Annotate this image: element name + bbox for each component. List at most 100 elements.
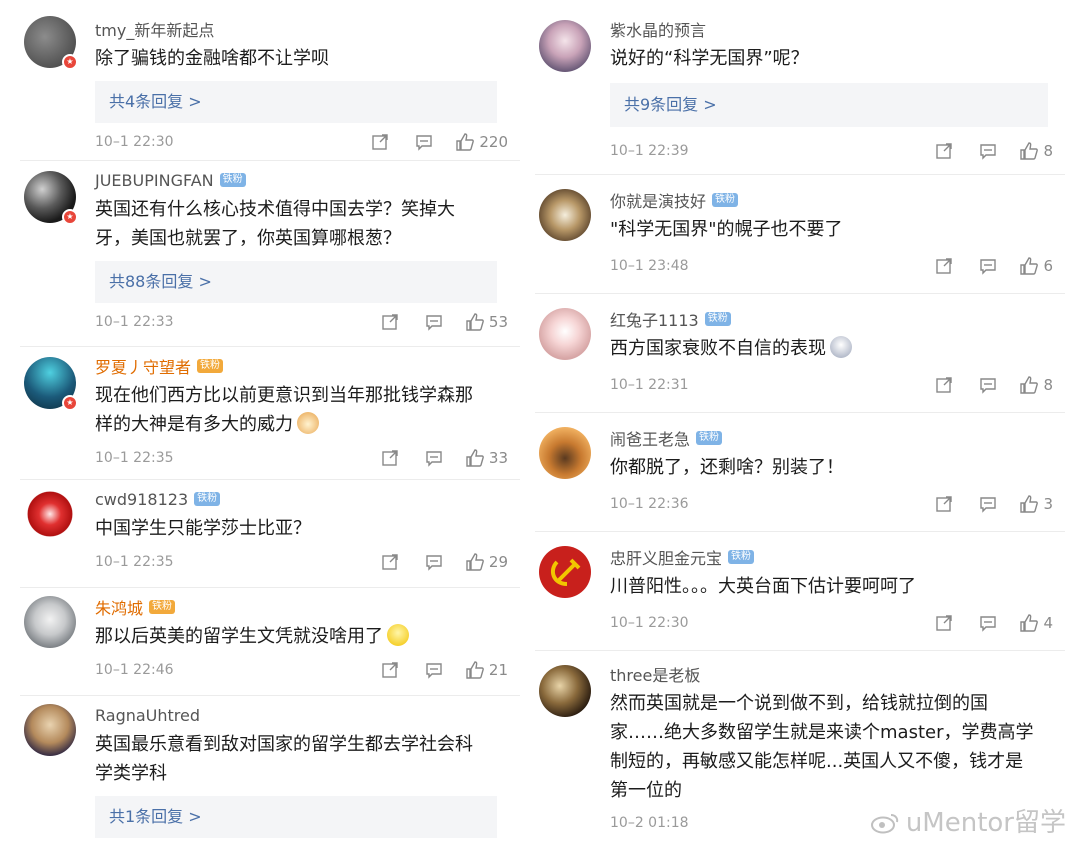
comment-column-right: 紫水晶的预言 说好的“科学无国界”呢？ 共9条回复 > 10–1 22:39 8… <box>535 0 1065 851</box>
thumbs-up-icon <box>466 553 484 571</box>
username[interactable]: 朱鸿城 <box>95 595 143 619</box>
like-button[interactable]: 33 <box>465 448 508 468</box>
thumbs-up-icon <box>1020 257 1039 275</box>
replies-link[interactable]: 共4条回复 > <box>95 81 497 123</box>
comment-icon[interactable] <box>979 495 997 513</box>
comment-text: 川普阳性。。。大英台面下估计要呵呵了 <box>610 576 916 597</box>
verified-icon: ★ <box>62 395 78 411</box>
thumbs-up-icon <box>466 449 484 467</box>
comment-icon[interactable] <box>979 257 997 275</box>
comment-text: 除了骗钱的金融啥都不让学呗 <box>95 48 329 69</box>
comment-icon[interactable] <box>425 553 443 571</box>
shocked-emoji-icon <box>830 336 852 358</box>
like-button[interactable]: 6 <box>1019 256 1053 276</box>
avatar[interactable] <box>539 189 591 241</box>
avatar[interactable]: ★ <box>24 16 78 70</box>
comment-icon[interactable] <box>425 449 443 467</box>
like-button[interactable]: 220 <box>455 132 508 152</box>
share-icon[interactable] <box>935 257 953 275</box>
like-button[interactable]: 8 <box>1019 375 1053 395</box>
username[interactable]: tmy_新年新起点 <box>95 17 214 41</box>
comment-icon[interactable] <box>979 142 997 160</box>
cat-emoji-icon <box>297 412 319 434</box>
avatar[interactable] <box>539 427 591 479</box>
comment-icon[interactable] <box>425 313 443 331</box>
share-icon[interactable] <box>381 449 399 467</box>
like-button[interactable]: 4 <box>1019 613 1053 633</box>
username[interactable]: 罗夏丿守望者 <box>95 354 191 378</box>
like-count: 220 <box>479 133 508 151</box>
fan-badge: 铁粉 <box>194 492 221 506</box>
fan-badge: 铁粉 <box>149 600 176 614</box>
comment-icon[interactable] <box>425 661 443 679</box>
replies-link[interactable]: 共9条回复 > <box>610 83 1048 127</box>
hammer-sickle-icon <box>550 558 581 586</box>
replies-link[interactable]: 共88条回复 > <box>95 261 497 303</box>
verified-icon: ★ <box>62 54 78 70</box>
comment-column-left: ★ tmy_新年新起点 除了骗钱的金融啥都不让学呗 共4条回复 > 10–1 2… <box>20 0 520 846</box>
comment-item: 紫水晶的预言 说好的“科学无国界”呢？ 共9条回复 > 10–1 22:39 8 <box>535 0 1065 175</box>
comment-text-content: 西方国家衰败不自信的表现 <box>610 338 826 359</box>
comment-text: 现在他们西方比以前更意识到当年那批钱学森那样的大神是有多大的威力 <box>95 381 490 439</box>
comment-text: 西方国家衰败不自信的表现 <box>610 334 1047 363</box>
avatar[interactable] <box>539 308 591 360</box>
username[interactable]: 闹爸王老急 <box>610 426 690 450</box>
comment-item: 你就是演技好 铁粉 "科学无国界"的幌子也不要了 10–1 23:48 6 <box>535 175 1065 294</box>
avatar[interactable]: ★ <box>24 171 78 225</box>
replies-link[interactable]: 共1条回复 > <box>95 796 497 838</box>
username[interactable]: RagnaUhtred <box>95 706 200 725</box>
share-icon[interactable] <box>371 133 389 151</box>
laughing-emoji-icon <box>387 624 409 646</box>
share-icon[interactable] <box>381 661 399 679</box>
like-button[interactable]: 21 <box>465 660 508 680</box>
like-button[interactable]: 53 <box>465 312 508 332</box>
like-count: 6 <box>1043 257 1053 275</box>
username[interactable]: 紫水晶的预言 <box>610 17 706 41</box>
username[interactable]: 红兔子1113 <box>610 307 699 331</box>
avatar[interactable] <box>24 704 76 756</box>
avatar[interactable] <box>539 546 591 598</box>
like-button[interactable]: 29 <box>465 552 508 572</box>
avatar[interactable] <box>24 596 76 648</box>
timestamp: 10–1 22:35 <box>95 554 174 570</box>
comment-text: 那以后英美的留学生文凭就没啥用了 <box>95 622 502 651</box>
fan-badge: 铁粉 <box>219 173 246 187</box>
like-count: 21 <box>488 661 508 679</box>
fan-badge: 铁粉 <box>712 193 739 207</box>
comment-item: ★ JUEBUPINGFAN 铁粉 英国还有什么核心技术值得中国去学？笑掉大牙，美… <box>20 161 520 347</box>
comment-icon[interactable] <box>979 376 997 394</box>
comment-text-content: 现在他们西方比以前更意识到当年那批钱学森那样的大神是有多大的威力 <box>95 385 473 435</box>
username[interactable]: cwd918123 <box>95 490 188 509</box>
comment-item: ★ tmy_新年新起点 除了骗钱的金融啥都不让学呗 共4条回复 > 10–1 2… <box>20 0 520 161</box>
avatar[interactable] <box>24 488 76 540</box>
thumbs-up-icon <box>1020 614 1039 632</box>
like-button[interactable]: 8 <box>1019 141 1053 161</box>
avatar[interactable]: ★ <box>24 357 78 411</box>
like-button[interactable]: 3 <box>1019 494 1053 514</box>
fan-badge: 铁粉 <box>696 431 723 445</box>
username[interactable]: three是老板 <box>610 662 700 686</box>
username[interactable]: 忠肝义胆金元宝 <box>610 545 722 569</box>
timestamp: 10–1 22:30 <box>95 134 174 150</box>
thumbs-up-icon <box>466 313 484 331</box>
share-icon[interactable] <box>935 376 953 394</box>
timestamp: 10–1 22:36 <box>610 496 689 512</box>
like-count: 33 <box>488 449 508 467</box>
avatar[interactable] <box>539 20 591 72</box>
avatar[interactable] <box>539 665 591 717</box>
share-icon[interactable] <box>381 313 399 331</box>
timestamp: 10–1 22:30 <box>610 615 689 631</box>
thumbs-up-icon <box>1020 142 1039 160</box>
share-icon[interactable] <box>935 614 953 632</box>
username[interactable]: 你就是演技好 <box>610 188 706 212</box>
comment-item: ★ 罗夏丿守望者 铁粉 现在他们西方比以前更意识到当年那批钱学森那样的大神是有多大… <box>20 347 520 480</box>
share-icon[interactable] <box>935 142 953 160</box>
comment-icon[interactable] <box>979 614 997 632</box>
share-icon[interactable] <box>381 553 399 571</box>
thumbs-up-icon <box>1020 376 1039 394</box>
comment-icon[interactable] <box>415 133 433 151</box>
share-icon[interactable] <box>935 495 953 513</box>
timestamp: 10–1 23:48 <box>610 258 689 274</box>
timestamp: 10–2 01:18 <box>610 815 689 831</box>
username[interactable]: JUEBUPINGFAN <box>95 171 214 190</box>
